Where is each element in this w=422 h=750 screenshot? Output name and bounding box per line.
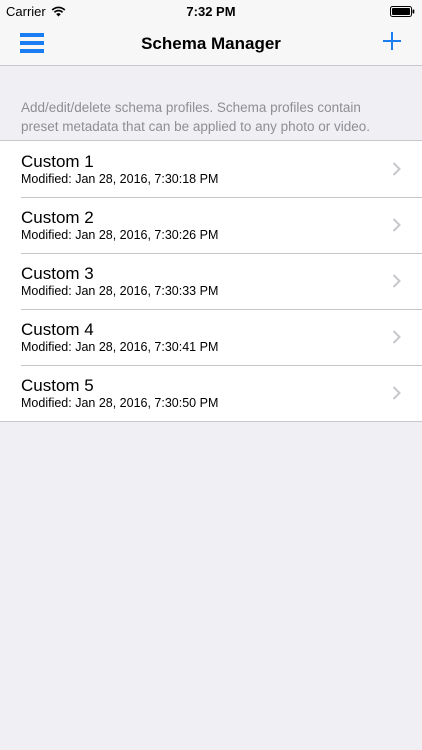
profile-name: Custom 2: [21, 208, 94, 227]
profile-modified-date: Modified: Jan 28, 2016, 7:30:26 PM: [21, 228, 219, 242]
chevron-right-icon: [392, 162, 401, 176]
profile-modified-date: Modified: Jan 28, 2016, 7:30:41 PM: [21, 340, 219, 354]
profile-row-1[interactable]: Custom 1 Modified: Jan 28, 2016, 7:30:18…: [0, 141, 422, 197]
profile-modified-date: Modified: Jan 28, 2016, 7:30:18 PM: [21, 172, 219, 186]
profile-name: Custom 5: [21, 376, 94, 395]
chevron-right-icon: [392, 386, 401, 400]
plus-icon[interactable]: [382, 31, 402, 51]
status-bar: Carrier 7:32 PM: [0, 0, 422, 22]
profile-row-2[interactable]: Custom 2 Modified: Jan 28, 2016, 7:30:26…: [0, 197, 422, 253]
page-title: Schema Manager: [141, 34, 281, 53]
schema-profile-list: Custom 1 Modified: Jan 28, 2016, 7:30:18…: [0, 140, 422, 422]
section-description: Add/edit/delete schema profiles. Schema …: [21, 100, 370, 134]
chevron-right-icon: [392, 218, 401, 232]
profile-row-3[interactable]: Custom 3 Modified: Jan 28, 2016, 7:30:33…: [0, 253, 422, 309]
profile-name: Custom 1: [21, 152, 94, 171]
profile-name: Custom 3: [21, 264, 94, 283]
status-time: 7:32 PM: [186, 4, 236, 19]
profile-row-5[interactable]: Custom 5 Modified: Jan 28, 2016, 7:30:50…: [0, 365, 422, 421]
chevron-right-icon: [392, 330, 401, 344]
profile-row-4[interactable]: Custom 4 Modified: Jan 28, 2016, 7:30:41…: [0, 309, 422, 365]
profile-name: Custom 4: [21, 320, 94, 339]
profile-modified-date: Modified: Jan 28, 2016, 7:30:33 PM: [21, 284, 219, 298]
navigation-bar: Schema Manager: [0, 22, 422, 66]
battery-icon: [390, 6, 415, 17]
chevron-right-icon: [392, 274, 401, 288]
profile-modified-date: Modified: Jan 28, 2016, 7:30:50 PM: [21, 396, 219, 410]
